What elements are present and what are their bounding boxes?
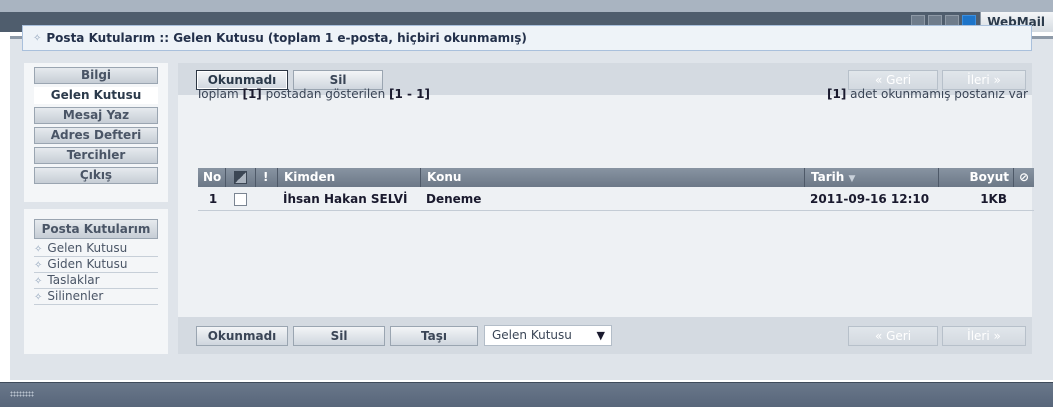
caret-down-icon: ▼ [596, 329, 605, 342]
folder-label: Giden Kutusu [47, 257, 128, 271]
folder-drafts[interactable]: ✧ Taslaklar [34, 273, 158, 289]
row-divider [198, 210, 1034, 211]
col-from[interactable]: Kimden [277, 168, 420, 187]
nav-preferences[interactable]: Tercihler [34, 147, 158, 164]
folder-label: Taslaklar [47, 273, 100, 287]
col-select-all[interactable] [225, 168, 255, 187]
diamond-bullet-icon: ✧ [34, 292, 43, 303]
bottom-toolbar: Okunmadı Sil Taşı Gelen Kutusu ▼ « Geri … [178, 317, 1032, 354]
diamond-bullet-icon: ✧ [33, 32, 42, 44]
col-date[interactable]: Tarih ▼ [804, 168, 938, 187]
folder-nav: Posta Kutularım ✧ Gelen Kutusu ✧ Giden Kut… [24, 209, 168, 354]
delete-button[interactable]: Sil [293, 326, 385, 346]
page-title: ✧ Posta Kutularım :: Gelen Kutusu (topla… [22, 25, 1032, 51]
bottom-bar [0, 382, 1053, 407]
page-title-text: Posta Kutularım :: Gelen Kutusu (toplam … [46, 31, 527, 45]
folder-inbox[interactable]: ✧ Gelen Kutusu [34, 241, 158, 257]
mark-unread-button[interactable]: Okunmadı [196, 326, 288, 346]
unread-count: [1] [826, 87, 847, 101]
diamond-bullet-icon: ✧ [34, 276, 43, 287]
folder-select-value: Gelen Kutusu [492, 328, 572, 342]
table-row[interactable]: 1 İhsan Hakan SELVİ Deneme 2011-09-16 12… [198, 190, 1034, 210]
nav-info[interactable]: Bilgi [34, 67, 158, 84]
listing-summary: Toplam [1] postadan gösterilen [1 - 1] [196, 87, 430, 101]
attachment-icon: ⊘ [1013, 168, 1034, 187]
folder-sent[interactable]: ✧ Giden Kutusu [34, 257, 158, 273]
nav-compose[interactable]: Mesaj Yaz [34, 107, 158, 124]
row-size: 1KB [980, 192, 1007, 206]
grip-icon [10, 391, 34, 397]
next-button[interactable]: İleri » [942, 326, 1026, 346]
row-no: 1 [208, 192, 218, 206]
col-no[interactable]: No [203, 168, 225, 187]
unread-suffix: adet okunmamış postanız var [850, 87, 1028, 101]
diamond-bullet-icon: ✧ [34, 260, 43, 271]
folder-label: Gelen Kutusu [47, 241, 128, 255]
col-subject[interactable]: Konu [420, 168, 804, 187]
table-header: No ! Kimden Konu Tarih ▼ Boyut ⊘ [198, 168, 1034, 187]
checkbox-icon[interactable] [234, 193, 247, 206]
row-checkbox[interactable] [234, 190, 252, 209]
unread-summary: [1] adet okunmamış postanız var [827, 87, 1028, 101]
nav-inbox[interactable]: Gelen Kutusu [34, 87, 158, 104]
row-from[interactable]: İhsan Hakan SELVİ [283, 190, 423, 209]
nav-logout[interactable]: Çıkış [34, 167, 158, 184]
main-nav: Bilgi Gelen Kutusu Mesaj Yaz Adres Defte… [24, 63, 168, 202]
folder-label: Silinenler [47, 289, 104, 303]
col-flag[interactable]: ! [255, 168, 277, 187]
summary-range: [1 - 1] [389, 87, 431, 101]
back-button[interactable]: « Geri [848, 326, 938, 346]
select-all-checkbox-icon[interactable] [234, 171, 247, 184]
nav-address-book[interactable]: Adres Defteri [34, 127, 158, 144]
folder-select[interactable]: Gelen Kutusu ▼ [484, 325, 612, 346]
diamond-bullet-icon: ✧ [34, 244, 43, 255]
move-button[interactable]: Taşı [390, 326, 478, 346]
row-date: 2011-09-16 12:10 [810, 192, 930, 206]
summary-middle: postadan gösterilen [265, 87, 386, 101]
summary-total: [1] [242, 87, 262, 101]
folder-trash[interactable]: ✧ Silinenler [34, 289, 158, 305]
row-subject[interactable]: Deneme [426, 190, 806, 209]
sort-desc-icon: ▼ [848, 174, 856, 184]
col-date-label: Tarih [811, 170, 845, 184]
folders-heading[interactable]: Posta Kutularım [34, 219, 158, 239]
col-size[interactable]: Boyut [938, 168, 1013, 187]
summary-prefix: Toplam [196, 87, 239, 101]
